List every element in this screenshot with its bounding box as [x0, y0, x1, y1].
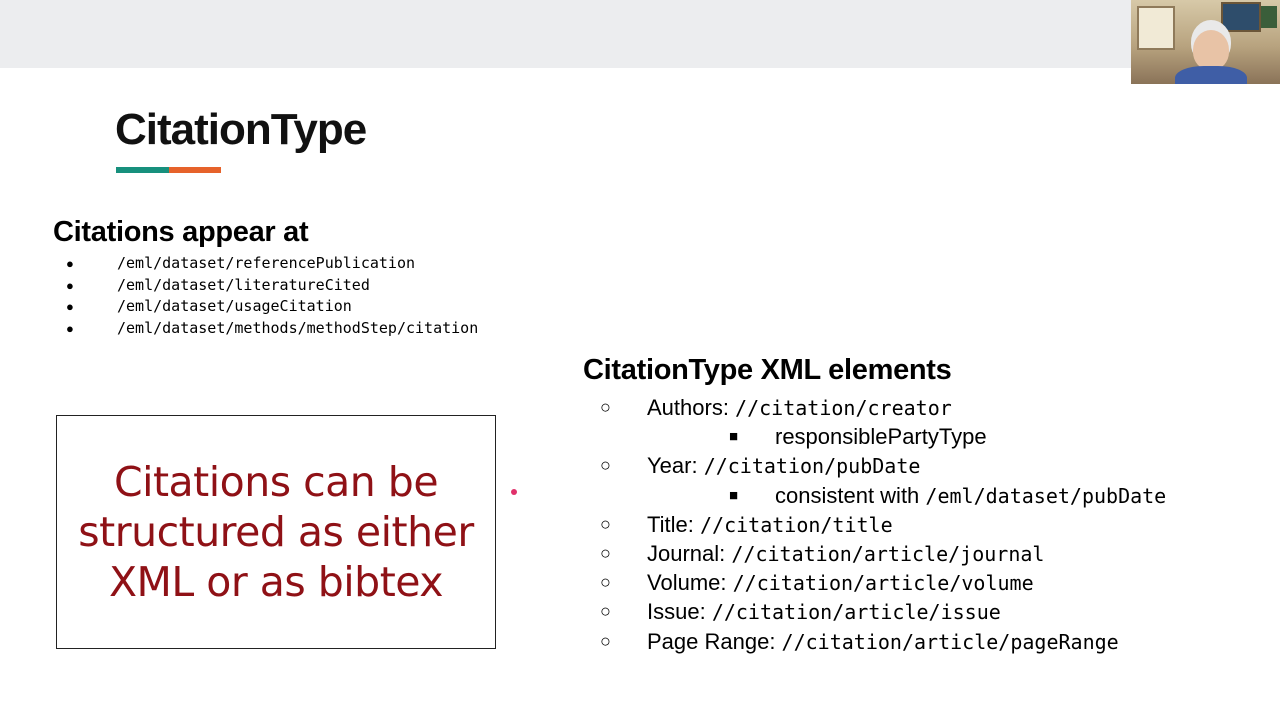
list-item-title: ○ Title: //citation/title: [600, 510, 1166, 539]
square-bullet-icon: ■: [729, 486, 739, 504]
list-item: ● /eml/dataset/referencePublication: [66, 253, 478, 275]
ring-bullet-icon: ○: [600, 397, 611, 417]
subitem-code: /eml/dataset/pubDate: [925, 483, 1167, 508]
ring-bullet-icon: ○: [600, 630, 611, 651]
xml-elements-heading: CitationType XML elements: [583, 354, 952, 386]
webcam-window-shape: [1137, 6, 1175, 50]
item-code: //citation/article/volume: [732, 571, 1034, 596]
item-code: //citation/pubDate: [703, 454, 921, 479]
subitem-label: consistent with: [775, 482, 926, 508]
speaker-webcam-thumbnail: [1131, 0, 1280, 84]
item-label: Page Range:: [647, 628, 782, 654]
bullet-icon: ●: [66, 320, 74, 336]
item-label: Issue:: [647, 599, 712, 625]
bullet-icon: ●: [66, 256, 74, 271]
list-item-authors: ○ Authors: //citation/creator: [600, 393, 1166, 422]
list-item-year: ○ Year: //citation/pubDate: [600, 451, 1166, 480]
item-label: Journal:: [647, 540, 732, 566]
list-subitem-authors-type: ■ responsiblePartyType: [600, 422, 1166, 451]
list-item: ● /eml/dataset/literatureCited: [66, 275, 478, 297]
square-bullet-icon: ■: [729, 428, 739, 446]
item-label: Year:: [647, 453, 704, 479]
path-text: /eml/dataset/literatureCited: [117, 275, 370, 294]
speaker-head: [1193, 30, 1229, 70]
citation-paths-list: ● /eml/dataset/referencePublication ● /eml…: [66, 253, 478, 339]
ring-bullet-icon: ○: [600, 542, 611, 563]
bullet-icon: ●: [66, 277, 74, 293]
ring-bullet-icon: ○: [600, 455, 611, 476]
webcam-wall-art: [1221, 2, 1261, 32]
title-accent-teal: [116, 167, 169, 173]
ring-bullet-icon: ○: [600, 601, 611, 622]
ring-bullet-icon: ○: [600, 572, 611, 593]
list-item-issue: ○ Issue: //citation/article/issue: [600, 597, 1166, 626]
list-item: ● /eml/dataset/methods/methodStep/citatio…: [66, 318, 478, 340]
item-code: //citation/article/journal: [731, 541, 1045, 566]
speaker-shoulders: [1175, 66, 1247, 84]
item-label: Title:: [647, 511, 700, 537]
callout-box: Citations can be structured as either XM…: [56, 415, 496, 649]
subitem-label: responsiblePartyType: [775, 424, 987, 450]
list-item: ● /eml/dataset/usageCitation: [66, 296, 478, 318]
laser-pointer-dot: [511, 489, 517, 495]
webcam-wall-art-2: [1261, 6, 1277, 28]
citations-appear-heading: Citations appear at: [53, 216, 309, 248]
path-text: /eml/dataset/methods/methodStep/citation: [117, 318, 479, 337]
list-item-volume: ○ Volume: //citation/article/volume: [600, 568, 1166, 597]
presentation-top-bar: [0, 0, 1280, 68]
item-label: Authors:: [647, 395, 736, 420]
item-code: //citation/creator: [735, 396, 952, 420]
ring-bullet-icon: ○: [600, 513, 611, 534]
list-item-journal: ○ Journal: //citation/article/journal: [600, 539, 1166, 568]
item-code: //citation/title: [699, 512, 893, 537]
path-text: /eml/dataset/referencePublication: [117, 254, 416, 272]
list-subitem-year-consistency: ■ consistent with /eml/dataset/pubDate: [600, 481, 1166, 510]
callout-text: Citations can be structured as either XM…: [78, 458, 474, 606]
item-label: Volume:: [647, 570, 733, 596]
bullet-icon: ●: [66, 299, 74, 314]
item-code: //citation/article/issue: [711, 600, 1001, 625]
path-text: /eml/dataset/usageCitation: [117, 297, 352, 315]
xml-elements-list: ○ Authors: //citation/creator ■ responsibl…: [600, 393, 1166, 656]
item-code: //citation/article/pageRange: [781, 629, 1119, 654]
slide-title: CitationType: [115, 105, 367, 154]
title-accent-orange: [169, 167, 221, 173]
list-item-page-range: ○ Page Range: //citation/article/pageRang…: [600, 627, 1166, 656]
